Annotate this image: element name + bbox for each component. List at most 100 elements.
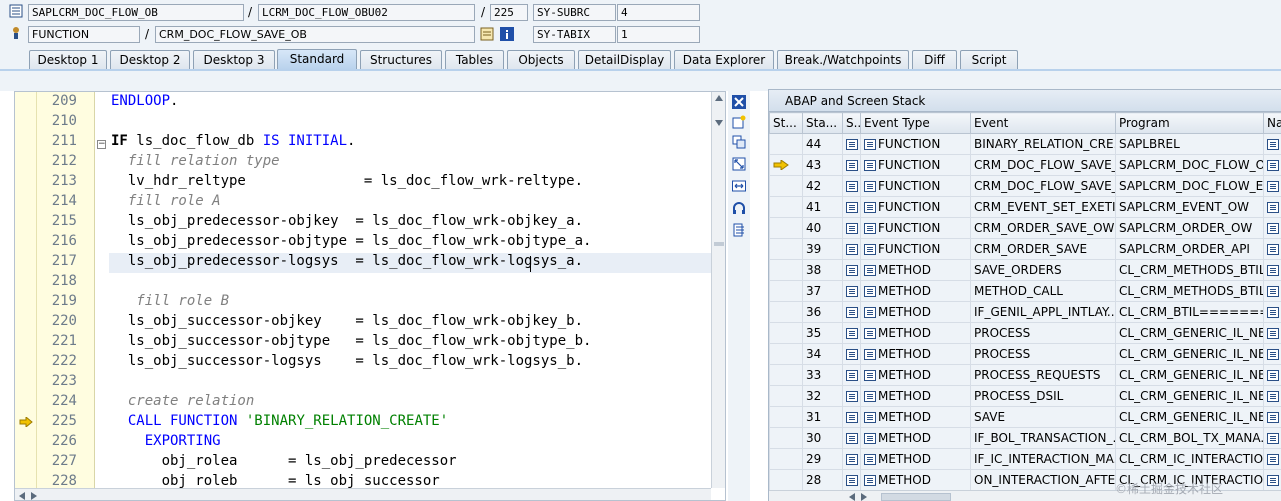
navigate-icon[interactable] (1267, 349, 1279, 360)
tab-script[interactable]: Script (960, 50, 1018, 69)
source-code-icon[interactable] (846, 202, 858, 213)
event-name-field[interactable]: CRM_DOC_FLOW_SAVE_OB (155, 26, 475, 43)
source-code-editor[interactable]: 209 210 211 212 213 214 215 216 217 218 219 220 221 2… (14, 91, 726, 501)
stack-row[interactable]: 43 FUNCTION CRM_DOC_FLOW_SAVE_... SAPLCRM_D… (769, 154, 1281, 176)
scroll-right-icon[interactable] (31, 492, 37, 500)
tab-standard[interactable]: Standard (277, 49, 357, 70)
sysfield-value-2[interactable]: 1 (617, 26, 700, 43)
tab-structures[interactable]: Structures (360, 50, 442, 69)
editor-horizontal-scrollbar[interactable] (15, 488, 711, 500)
code-line[interactable]: ls_obj_successor-objkey = ls_doc_flow_wr… (111, 313, 583, 329)
stack-arrow-cell[interactable] (769, 406, 803, 428)
col-header-stack-level[interactable]: Sta... (802, 112, 843, 134)
line-number-field[interactable]: 225 (490, 4, 528, 21)
code-line[interactable]: IF ls_doc_flow_db IS INITIAL. (111, 133, 355, 149)
tab-tables[interactable]: Tables (445, 50, 504, 69)
scroll-up-icon[interactable] (715, 95, 723, 101)
stack-row[interactable]: 35 METHOD PROCESS CL_CRM_GENERIC_IL_NE... (769, 322, 1281, 344)
include-name-field[interactable]: LCRM_DOC_FLOW_OBU02 (258, 4, 475, 21)
navigate-icon[interactable] (1267, 202, 1279, 213)
stack-row[interactable]: 33 METHOD PROCESS_REQUESTS CL_CRM_GENERIC_I… (769, 364, 1281, 386)
stack-arrow-cell[interactable] (769, 469, 803, 491)
stack-arrow-cell[interactable] (769, 259, 803, 281)
stack-arrow-cell[interactable] (769, 385, 803, 407)
stack-arrow-cell[interactable] (769, 427, 803, 449)
code-line[interactable]: ls_obj_successor-logsys = ls_doc_flow_wr… (111, 353, 583, 369)
info-icon[interactable] (500, 27, 514, 41)
col-header-event[interactable]: Event (970, 112, 1116, 134)
stack-row[interactable]: 37 METHOD METHOD_CALL CL_CRM_METHODS_BTIL..… (769, 280, 1281, 302)
source-code-icon[interactable] (846, 307, 858, 318)
col-header-source-icon[interactable]: S... (842, 112, 861, 134)
stack-row[interactable]: 40 FUNCTION CRM_ORDER_SAVE_OW SAPLCRM_ORDER… (769, 217, 1281, 239)
replace-tool-icon[interactable] (732, 135, 746, 149)
stack-arrow-cell[interactable] (769, 238, 803, 260)
stack-arrow-cell[interactable] (769, 301, 803, 323)
display-source-icon[interactable] (480, 27, 494, 41)
navigate-icon[interactable] (1267, 370, 1279, 381)
stack-row[interactable]: 29 METHOD IF_IC_INTERACTION_MA... CL_CRM_IC… (769, 448, 1281, 470)
maximize-icon[interactable] (732, 157, 746, 171)
stack-row[interactable]: 42 FUNCTION CRM_DOC_FLOW_SAVE_... SAPLCRM_D… (769, 175, 1281, 197)
breakpoint-gutter[interactable] (15, 92, 37, 500)
tab-detail-display[interactable]: DetailDisplay (578, 50, 671, 69)
stack-arrow-cell[interactable] (769, 175, 803, 197)
navigate-icon[interactable] (1267, 265, 1279, 276)
scroll-thumb[interactable] (881, 493, 951, 501)
tab-desktop-3[interactable]: Desktop 3 (193, 50, 275, 69)
stack-row[interactable]: 34 METHOD PROCESS CL_CRM_GENERIC_IL_NE... (769, 343, 1281, 365)
stack-row[interactable]: 31 METHOD SAVE CL_CRM_GENERIC_IL_NE... (769, 406, 1281, 428)
stack-row[interactable]: 32 METHOD PROCESS_DSIL CL_CRM_GENERIC_IL_NE… (769, 385, 1281, 407)
stack-arrow-cell[interactable] (769, 280, 803, 302)
scroll-left-icon[interactable] (849, 493, 855, 501)
code-line[interactable]: fill role B (111, 293, 229, 309)
sysfield-value-1[interactable]: 4 (617, 4, 700, 21)
scroll-right-icon[interactable] (861, 493, 867, 501)
stack-row[interactable]: 39 FUNCTION CRM_ORDER_SAVE SAPLCRM_ORDER_AP… (769, 238, 1281, 260)
source-code-icon[interactable] (846, 475, 858, 486)
code-line[interactable]: CALL FUNCTION 'BINARY_RELATION_CREATE' (111, 413, 448, 429)
source-code-icon[interactable] (846, 181, 858, 192)
tab-objects[interactable]: Objects (507, 50, 575, 69)
col-header-navigate[interactable]: Na... (1263, 112, 1281, 134)
source-code-icon[interactable] (846, 412, 858, 423)
navigate-icon[interactable] (1267, 160, 1279, 171)
editor-vertical-scrollbar[interactable] (711, 92, 725, 488)
navigate-icon[interactable] (1267, 454, 1279, 465)
code-line[interactable]: obj_rolea = ls_obj_predecessor (111, 453, 457, 469)
tab-desktop-2[interactable]: Desktop 2 (110, 50, 190, 69)
code-line[interactable]: ls_obj_predecessor-objkey = ls_doc_flow_… (111, 213, 583, 229)
navigate-icon[interactable] (1267, 433, 1279, 444)
settings-icon[interactable] (732, 223, 746, 237)
code-line[interactable]: ls_obj_successor-objtype = ls_doc_flow_w… (111, 333, 592, 349)
source-code-icon[interactable] (846, 265, 858, 276)
code-line[interactable]: fill relation type (111, 153, 280, 169)
navigate-icon[interactable] (1267, 286, 1279, 297)
stack-row[interactable]: 30 METHOD IF_BOL_TRANSACTION_... CL_CRM_BOL… (769, 427, 1281, 449)
navigate-icon[interactable] (1267, 181, 1279, 192)
code-line[interactable]: obj_roleb = ls_obj_successor (111, 473, 440, 489)
col-header-event-type[interactable]: Event Type (860, 112, 971, 134)
stack-arrow-cell[interactable] (769, 196, 803, 218)
navigate-icon[interactable] (1267, 307, 1279, 318)
source-code-icon[interactable] (846, 349, 858, 360)
col-header-program[interactable]: Program (1115, 112, 1264, 134)
source-code-icon[interactable] (846, 286, 858, 297)
code-line[interactable]: ls_obj_predecessor-objtype = ls_doc_flow… (111, 233, 592, 249)
navigate-icon[interactable] (1267, 475, 1279, 486)
swap-icon[interactable] (732, 179, 746, 193)
stack-arrow-cell[interactable] (769, 364, 803, 386)
stack-row[interactable]: 38 METHOD SAVE_ORDERS CL_CRM_METHODS_BTIL..… (769, 259, 1281, 281)
stack-arrow-cell[interactable] (769, 322, 803, 344)
source-code-icon[interactable] (846, 454, 858, 465)
source-code-icon[interactable] (846, 223, 858, 234)
source-code-icon[interactable] (846, 328, 858, 339)
code-line[interactable]: ENDLOOP. (111, 93, 178, 109)
navigate-icon[interactable] (1267, 328, 1279, 339)
stack-arrow-cell[interactable] (769, 133, 803, 155)
tab-watchpoints[interactable]: Break./Watchpoints (777, 50, 909, 69)
source-code-icon[interactable] (846, 244, 858, 255)
code-line[interactable]: ls_obj_predecessor-logsys = ls_doc_flow_… (111, 253, 583, 269)
services-icon[interactable] (732, 201, 746, 215)
stack-row[interactable]: 41 FUNCTION CRM_EVENT_SET_EXETI... SAPLCRM_… (769, 196, 1281, 218)
